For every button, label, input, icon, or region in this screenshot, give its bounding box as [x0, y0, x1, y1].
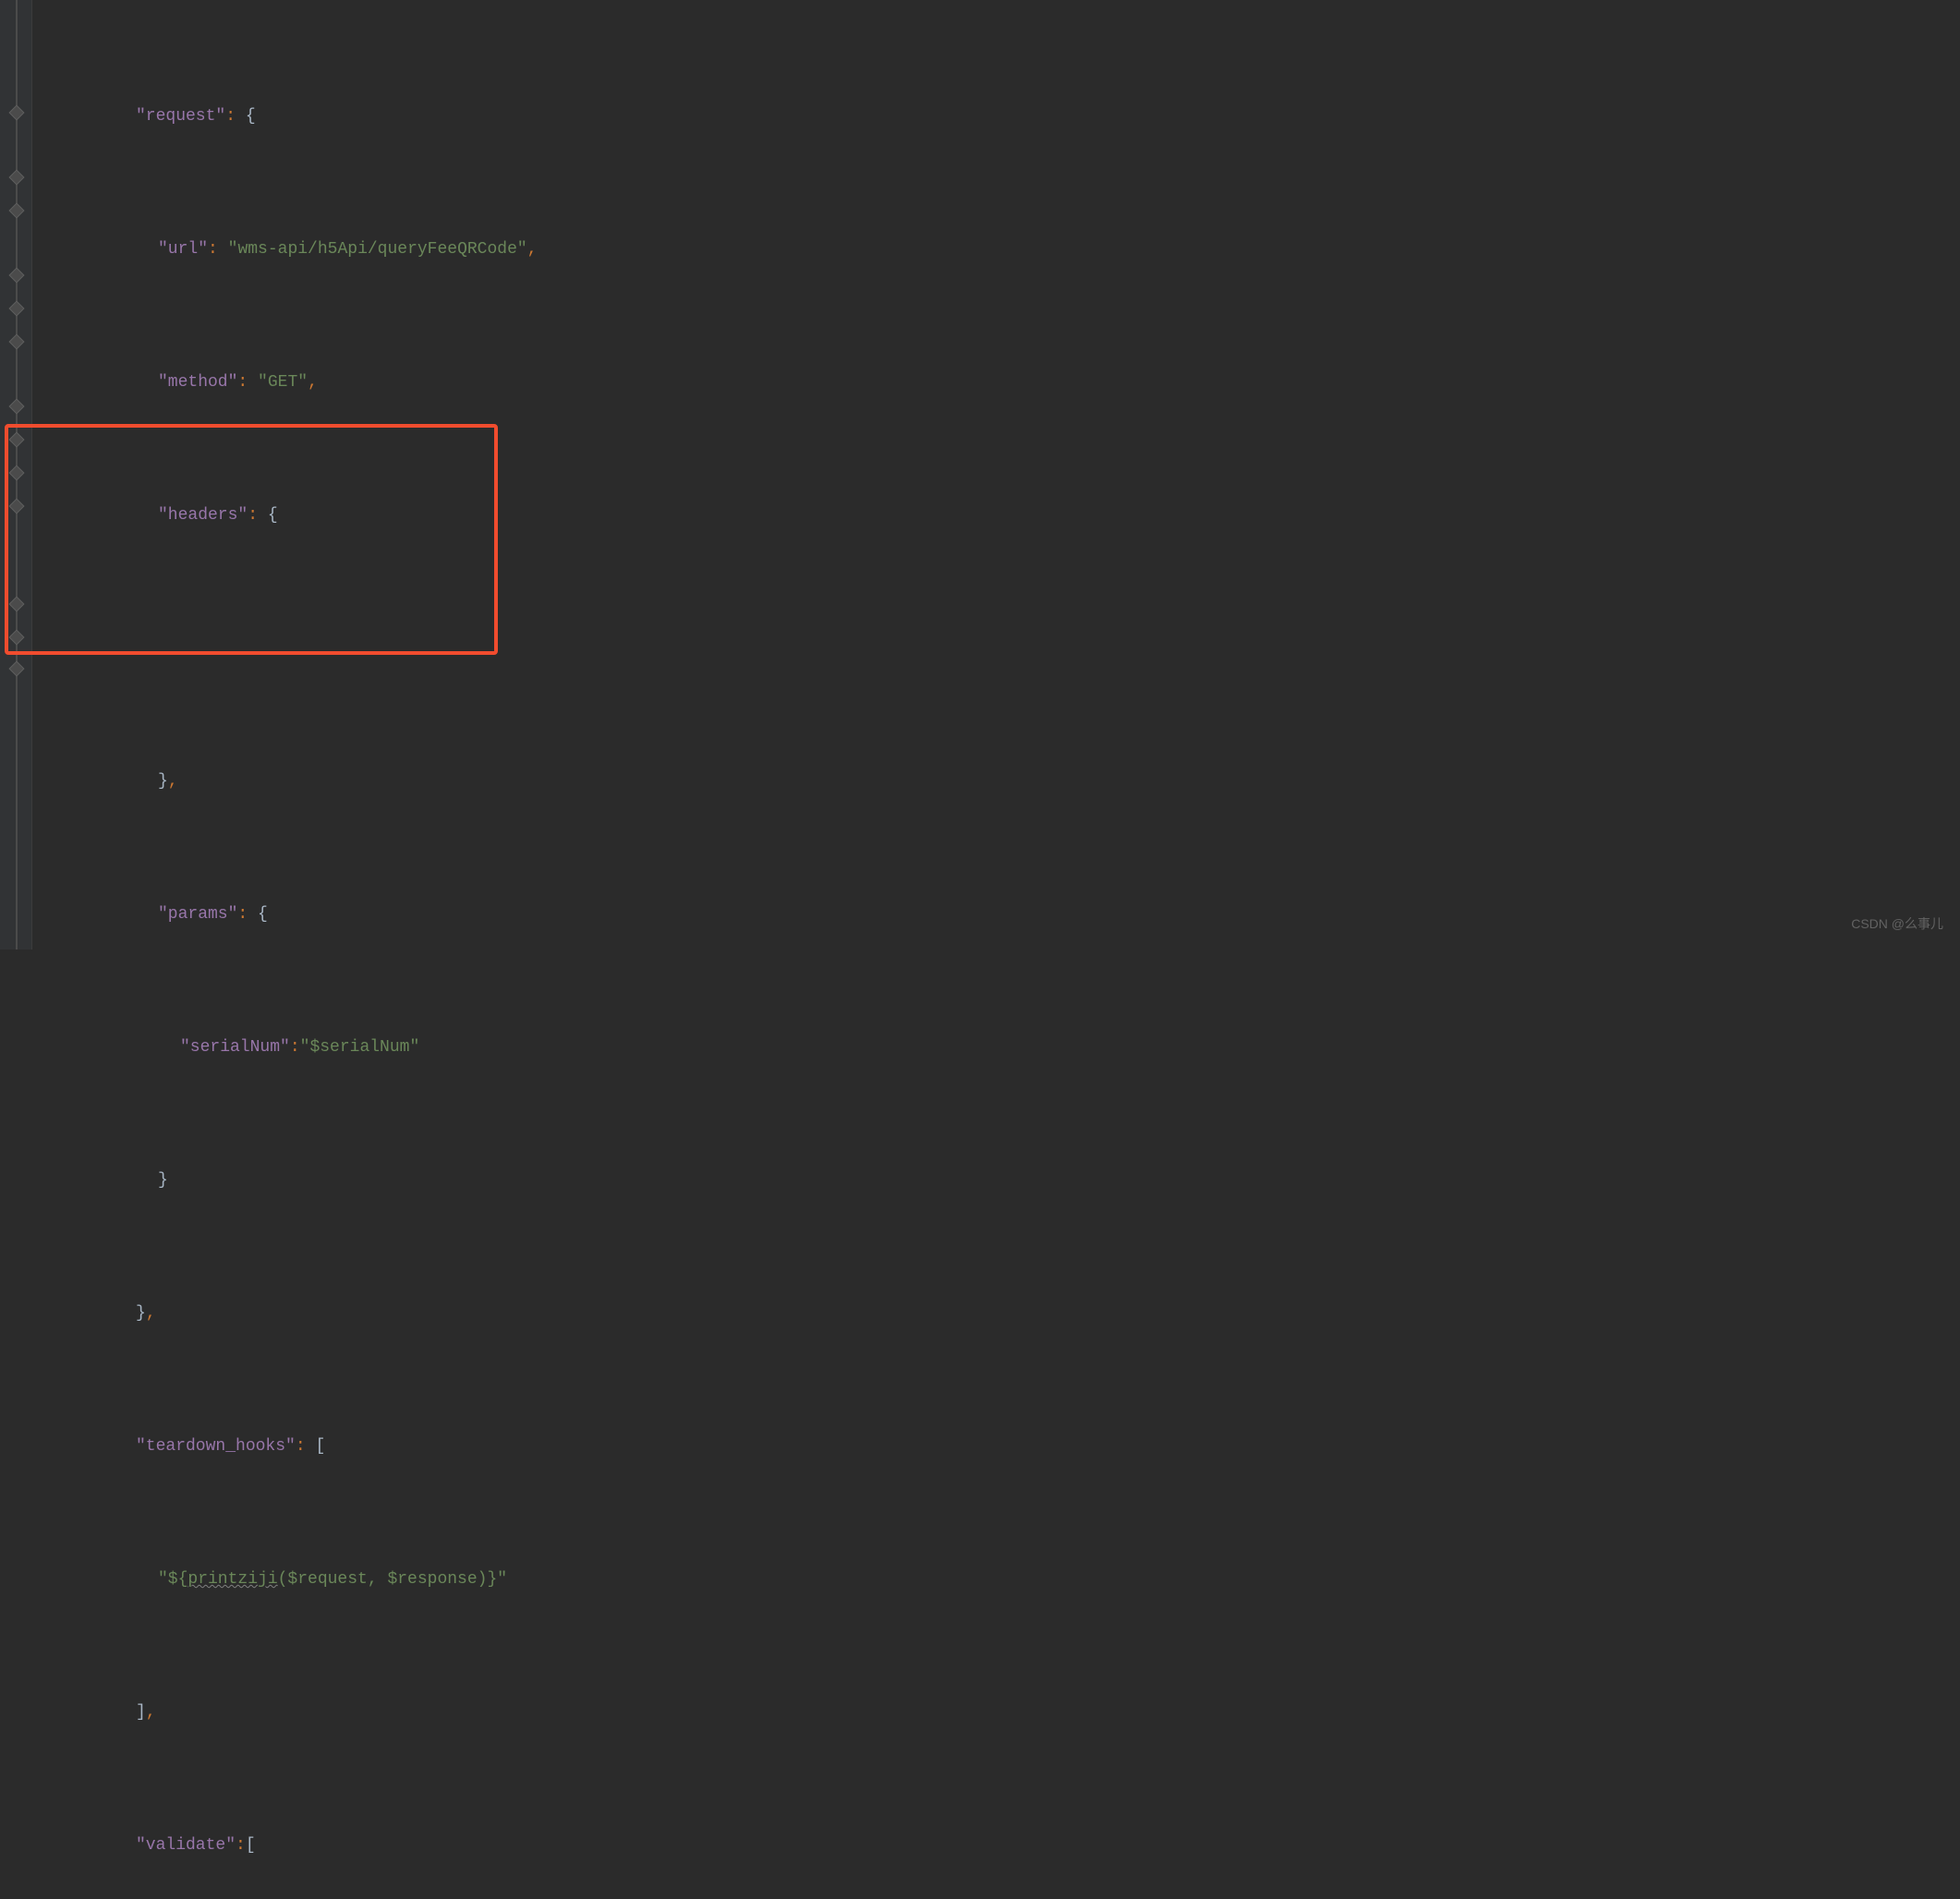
fold-marker-icon[interactable]: [9, 203, 25, 219]
code-line: "method": "GET",: [40, 366, 1960, 399]
fold-marker-icon[interactable]: [9, 630, 25, 646]
fold-marker-icon[interactable]: [9, 597, 25, 612]
fold-marker-icon[interactable]: [9, 661, 25, 677]
code-line: [40, 632, 1960, 665]
code-line: ],: [40, 1696, 1960, 1729]
fold-marker-icon[interactable]: [9, 466, 25, 481]
code-content[interactable]: "request": { "url": "wms-api/h5Api/query…: [32, 0, 1960, 950]
code-line: "serialNum":"$serialNum": [40, 1031, 1960, 1064]
code-line: "url": "wms-api/h5Api/queryFeeQRCode",: [40, 233, 1960, 266]
code-line: "request": {: [40, 100, 1960, 133]
fold-marker-icon[interactable]: [9, 105, 25, 121]
gutter: [0, 0, 32, 950]
fold-marker-icon[interactable]: [9, 399, 25, 415]
code-line: }: [40, 1164, 1960, 1197]
annotation-highlight-box: [5, 424, 498, 655]
fold-marker-icon[interactable]: [9, 170, 25, 186]
watermark: CSDN @么事儿: [1851, 907, 1943, 940]
fold-marker-icon[interactable]: [9, 268, 25, 284]
fold-marker-icon[interactable]: [9, 301, 25, 317]
code-line: "teardown_hooks": [: [40, 1430, 1960, 1463]
fold-marker-icon[interactable]: [9, 432, 25, 448]
code-line: "${printziji($request, $response)}": [40, 1563, 1960, 1596]
code-line: },: [40, 1297, 1960, 1330]
code-line: "validate":[: [40, 1829, 1960, 1862]
code-line: "headers": {: [40, 499, 1960, 532]
code-line: "params": {: [40, 898, 1960, 931]
code-editor[interactable]: "request": { "url": "wms-api/h5Api/query…: [0, 0, 1960, 950]
fold-marker-icon[interactable]: [9, 499, 25, 514]
code-line: },: [40, 765, 1960, 798]
fold-marker-icon[interactable]: [9, 334, 25, 350]
